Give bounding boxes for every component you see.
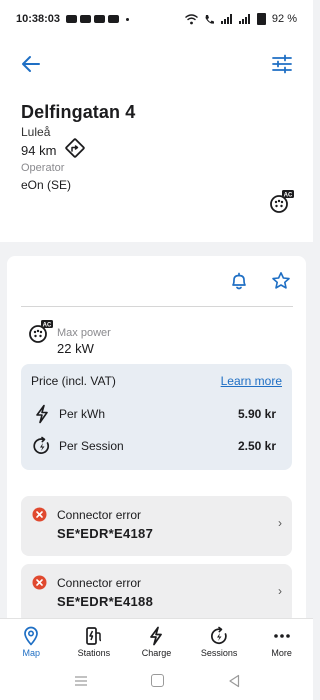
operator-name: eOn (SE) (21, 178, 72, 192)
session-timer-icon (211, 626, 227, 645)
filter-sliders-icon[interactable] (270, 52, 294, 76)
nav-label: Stations (77, 648, 111, 658)
lightning-icon (36, 404, 48, 424)
back-arrow-icon[interactable] (19, 52, 43, 76)
price-label: Per kWh (59, 407, 106, 421)
price-row-per-kwh: Per kWh 5.90 kr (21, 402, 292, 426)
nav-item-more[interactable]: More (250, 619, 313, 664)
error-icon (32, 575, 47, 590)
nav-item-stations[interactable]: Stations (63, 619, 126, 664)
notification-icon (80, 15, 92, 23)
top-app-bar (0, 38, 313, 90)
system-navigation-bar (0, 664, 313, 700)
divider (21, 306, 293, 307)
price-box: Price (incl. VAT) Learn more Per kWh 5.9… (21, 364, 292, 470)
error-icon (32, 507, 47, 522)
nav-label: Charge (141, 648, 172, 658)
lightning-icon (150, 626, 163, 646)
notification-icon (66, 15, 78, 23)
signal-icon (220, 14, 232, 24)
map-pin-icon (24, 626, 39, 646)
max-power-value: 22 kW (57, 341, 94, 356)
nav-label: Sessions (200, 648, 238, 658)
station-distance: 94 km (21, 143, 57, 158)
call-icon (205, 14, 214, 24)
notification-icons (66, 15, 130, 23)
price-title: Price (incl. VAT) (31, 374, 116, 388)
ac-badge: AC (43, 323, 52, 329)
max-power-label: Max power (57, 327, 111, 339)
price-value: 5.90 kr (237, 407, 276, 421)
station-city: Luleå (21, 125, 51, 139)
price-row-per-session: Per Session 2.50 kr (21, 434, 292, 458)
status-bar: 10:38:03 92 % (0, 0, 313, 38)
more-dots-icon (273, 634, 290, 638)
route-diamond-icon[interactable] (65, 138, 85, 158)
station-name: Delfingatan 4 (21, 102, 136, 122)
battery-icon (256, 13, 266, 25)
wifi-icon (184, 13, 198, 24)
status-time: 10:38:03 (16, 13, 61, 25)
price-label: Per Session (59, 439, 124, 453)
session-timer-icon (33, 436, 49, 454)
star-icon[interactable] (271, 271, 291, 291)
learn-more-link[interactable]: Learn more (221, 374, 282, 388)
notification-icon (94, 15, 106, 23)
operator-label: Operator (21, 162, 65, 174)
chevron-right-icon: › (278, 516, 282, 530)
status-indicators: 92 % (184, 13, 297, 25)
nav-item-charge[interactable]: Charge (125, 619, 188, 664)
connector-status: Connector error (57, 508, 142, 522)
nav-item-map[interactable]: Map (0, 619, 63, 664)
back-triangle-icon[interactable] (228, 674, 240, 688)
home-icon[interactable] (151, 674, 164, 687)
connector-id: SE*EDR*E4187 (57, 526, 154, 541)
more-notifications-dot (126, 17, 130, 21)
signal-icon-2 (238, 14, 250, 24)
ac-badge: AC (284, 193, 293, 199)
notification-icon (108, 15, 120, 23)
charging-station-icon (86, 627, 101, 645)
price-value: 2.50 kr (237, 439, 276, 453)
station-header: Delfingatan 4 Luleå 94 km Operator eOn (… (0, 90, 313, 242)
recents-icon[interactable] (74, 674, 88, 688)
ac-connector-icon: AC (29, 320, 53, 343)
nav-label: Map (22, 648, 41, 658)
nav-label: More (271, 648, 292, 658)
ac-connector-icon: AC (270, 190, 294, 213)
connector-item[interactable]: Connector error SE*EDR*E4187 › (21, 496, 292, 556)
bell-icon[interactable] (229, 271, 249, 291)
connector-item[interactable]: Connector error SE*EDR*E4188 › (21, 564, 292, 624)
chevron-right-icon: › (278, 584, 282, 598)
connector-id: SE*EDR*E4188 (57, 594, 154, 609)
bottom-navigation: Map Stations Charge Sessions More (0, 618, 313, 664)
station-details-card: AC Max power 22 kW Price (incl. VAT) Lea… (7, 256, 306, 626)
battery-percent: 92 % (271, 13, 297, 25)
connector-status: Connector error (57, 576, 142, 590)
nav-item-sessions[interactable]: Sessions (188, 619, 251, 664)
